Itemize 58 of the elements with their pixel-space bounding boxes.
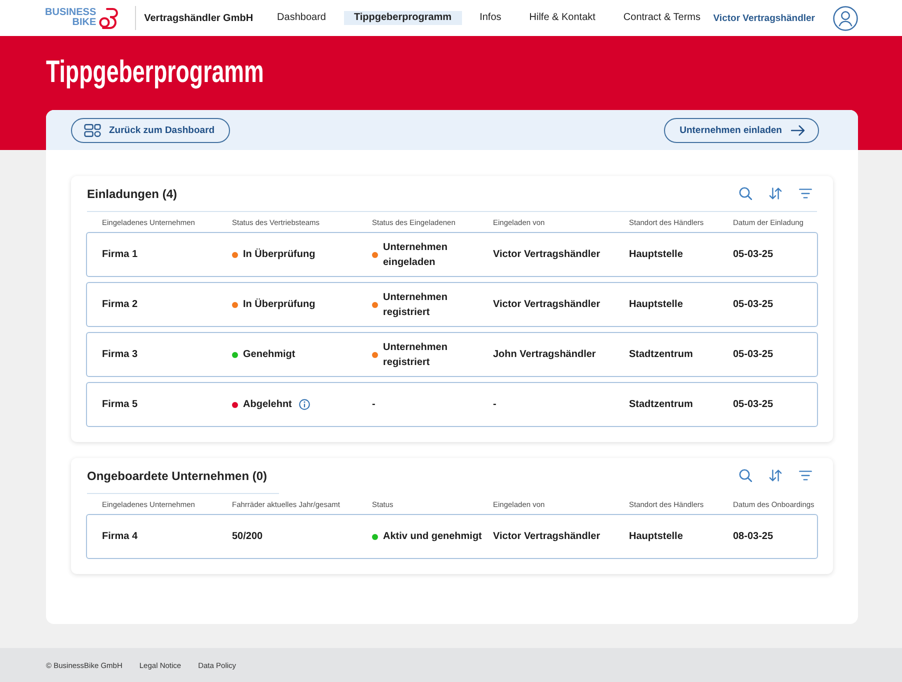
table-cell-text: Stadtzentrum <box>629 399 694 410</box>
table-row[interactable]: Firma 4 50/200 Aktiv und genehmigt Victor Vertragshändler Hauptstelle 08-03-25 <box>86 514 818 559</box>
status-text: Genehmigt <box>243 348 296 362</box>
sort-icon[interactable] <box>769 469 782 482</box>
table-cell-text: Victor Vertragshändler <box>493 249 602 260</box>
company-name: Vertragshändler GmbH <box>144 12 254 24</box>
table-cell-text: - <box>372 399 376 410</box>
table-cell-text: 08-03-25 <box>733 531 774 542</box>
status-text: Unternehmen registriert <box>383 340 448 370</box>
nav-link[interactable]: Tippgeberprogramm <box>344 11 462 25</box>
section-title: Ongeboardete Unternehmen (0) <box>87 468 268 482</box>
nav-link[interactable]: Hilfe & Kontakt <box>519 11 606 25</box>
table-cell-text: 50/200 <box>232 531 264 542</box>
dashboard-icon <box>84 124 101 136</box>
table-cell-text: Victor Vertragshändler <box>493 531 602 542</box>
info-icon[interactable] <box>298 399 310 410</box>
table-row[interactable]: Firma 5 Abgelehnt - - Stadtzentrum 05-03-25 <box>86 382 818 427</box>
status-text: In Überprüfung <box>243 298 316 312</box>
section-title: Einladungen (4) <box>87 186 177 200</box>
user-name[interactable]: Victor Vertragshändler <box>713 12 815 24</box>
table-cell-text: Firma 2 <box>102 299 139 310</box>
status-text: Aktiv und genehmigt <box>383 530 482 544</box>
table-cell-text: Victor Vertragshändler <box>493 299 602 310</box>
table-cell-text: Hauptstelle <box>629 531 684 542</box>
back-button[interactable]: Zurück zum Dashboard <box>71 118 230 142</box>
table-cell-text: Hauptstelle <box>629 249 684 260</box>
table-cell-text: 05-03-25 <box>733 249 774 260</box>
table-cell-text: 05-03-25 <box>733 399 774 410</box>
invite-button[interactable]: Unternehmen einladen <box>664 118 819 142</box>
table-cell-text: Firma 1 <box>102 249 139 260</box>
status-text: Unternehmen eingeladen <box>383 240 448 270</box>
filter-icon[interactable] <box>799 469 812 482</box>
arrow-right-icon <box>791 124 805 136</box>
status-text: Abgelehnt <box>243 398 292 412</box>
user-avatar-icon[interactable] <box>833 6 858 30</box>
sort-icon[interactable] <box>769 187 782 200</box>
table-cell-text: Stadtzentrum <box>629 349 694 360</box>
table-row[interactable]: Firma 1 In Überprüfung Unternehmen eingeladen Victor Vertragshändler Hauptstelle 05-03-25 <box>86 232 818 277</box>
logo-text: BUSINESS BIKE <box>45 8 96 28</box>
search-icon[interactable] <box>739 187 752 200</box>
page-title: Tippgeberprogramm <box>46 53 264 91</box>
table-cell-text: Firma 3 <box>102 349 139 360</box>
table-cell-text: Hauptstelle <box>629 299 684 310</box>
table-cell-text: - <box>493 399 498 410</box>
table-cell-text: 05-03-25 <box>733 299 774 310</box>
nav-link[interactable]: Dashboard <box>267 11 336 25</box>
table-row[interactable]: Firma 3 Genehmigt Unternehmen registriert John Vertragshändler Stadtzentrum 05-03-25 <box>86 332 818 377</box>
status-text: Unternehmen registriert <box>383 290 448 320</box>
status-text: In Überprüfung <box>243 248 316 262</box>
filter-icon[interactable] <box>799 187 812 200</box>
table-cell-text: John Vertragshändler <box>493 349 597 360</box>
table-row[interactable]: Firma 2 In Überprüfung Unternehmen registriert Victor Vertragshändler Hauptstelle 05-03-25 <box>86 282 818 327</box>
table-cell-text: Firma 5 <box>102 399 139 410</box>
search-icon[interactable] <box>739 469 752 482</box>
table-cell-text: 05-03-25 <box>733 349 774 360</box>
table-cell-text: Firma 4 <box>102 531 139 542</box>
nav-link[interactable]: Infos <box>470 11 512 25</box>
nav-link[interactable]: Contract & Terms <box>613 11 710 25</box>
